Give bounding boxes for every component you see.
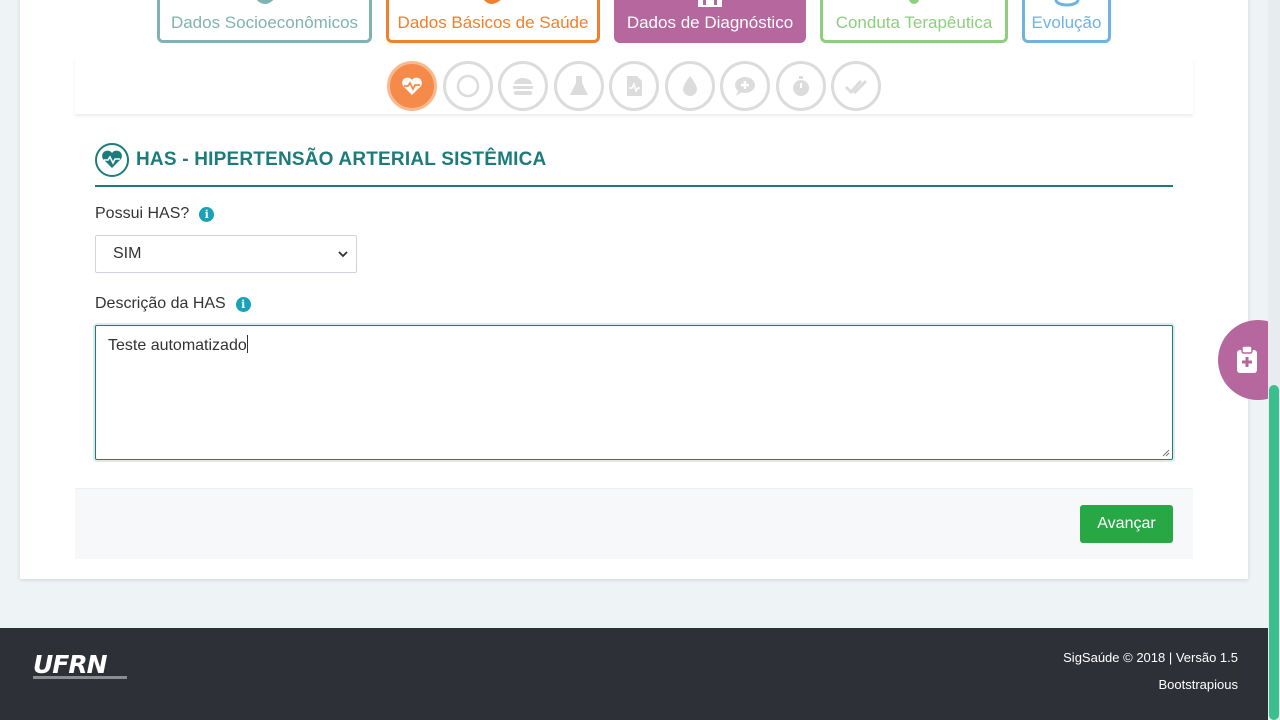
has-label-text: Possui HAS? (95, 205, 190, 222)
page-footer (0, 628, 1268, 720)
burger-icon (513, 78, 533, 95)
tab-label: Dados Básicos de Saúde (397, 13, 589, 32)
step-time[interactable] (775, 61, 826, 111)
double-check-icon (844, 79, 868, 95)
tab-label: Conduta Terapêutica (835, 13, 993, 32)
chart-icon (1054, 0, 1079, 7)
clipboard-medical-icon (1237, 346, 1257, 373)
tab-dados-diagnostico[interactable]: Dados de Diagnóstico (614, 0, 806, 43)
desc-label-text: Descrição da HAS (95, 295, 226, 312)
chat-icon (484, 0, 501, 4)
step-finish[interactable] (831, 61, 881, 111)
resize-grip-icon[interactable] (1162, 449, 1170, 457)
flask-icon (569, 76, 588, 95)
copyright-text: SigSaúde © 2018 | Versão 1.5 (1063, 650, 1238, 665)
step-glucose[interactable] (664, 61, 715, 111)
stopwatch-icon (792, 76, 809, 96)
chevron-down-icon (338, 251, 348, 258)
has-select-value: SIM (113, 245, 142, 262)
step-wizard (387, 61, 887, 111)
step-exam[interactable] (609, 61, 659, 111)
scrollbar-thumb[interactable] (1269, 385, 1279, 720)
tab-label: Evolução (1031, 13, 1102, 32)
step-notes[interactable] (720, 61, 770, 111)
step-diet[interactable] (498, 61, 548, 111)
section-title: HAS - HIPERTENSÃO ARTERIAL SISTÊMICA (136, 149, 547, 170)
next-button[interactable]: Avançar (1080, 505, 1173, 543)
tab-dados-socioeconomicos[interactable]: Dados Socioeconômicos (157, 0, 372, 43)
file-medical-icon (627, 76, 642, 96)
heartbeat-icon (95, 143, 129, 177)
logo-underline (33, 676, 127, 679)
has-select[interactable]: SIM (95, 235, 357, 273)
chat-icon (256, 0, 273, 4)
tab-dados-basicos-saude[interactable]: Dados Básicos de Saúde (386, 0, 600, 43)
step-circle[interactable] (442, 61, 493, 111)
comment-medical-icon (735, 77, 755, 96)
has-description-label: Descrição da HAS i (95, 295, 251, 313)
has-description-textarea[interactable]: Teste automatizado (95, 325, 1173, 460)
credit-link[interactable]: Bootstrapious (1159, 677, 1239, 692)
info-icon[interactable]: i (235, 296, 251, 312)
step-lab[interactable] (553, 61, 604, 111)
step-has[interactable] (387, 61, 437, 111)
drop-icon (682, 76, 697, 96)
textarea-value: Teste automatizado (108, 337, 247, 354)
hospital-icon (698, 0, 722, 7)
tab-label: Dados de Diagnóstico (626, 13, 794, 32)
ufrn-logo: UFRN (33, 650, 108, 679)
tab-evolucao[interactable]: Evolução (1022, 0, 1111, 43)
stethoscope-icon (909, 0, 919, 4)
has-question-label: Possui HAS? i (95, 205, 215, 223)
heartbeat-icon (402, 77, 422, 95)
circle-icon (456, 74, 479, 98)
section-divider (95, 185, 1173, 187)
tab-conduta-terapeutica[interactable]: Conduta Terapêutica (820, 0, 1008, 43)
text-caret (246, 335, 248, 353)
info-icon[interactable]: i (199, 206, 215, 222)
tab-label: Dados Socioeconômicos (170, 13, 359, 32)
form-actions-bar (75, 488, 1193, 559)
